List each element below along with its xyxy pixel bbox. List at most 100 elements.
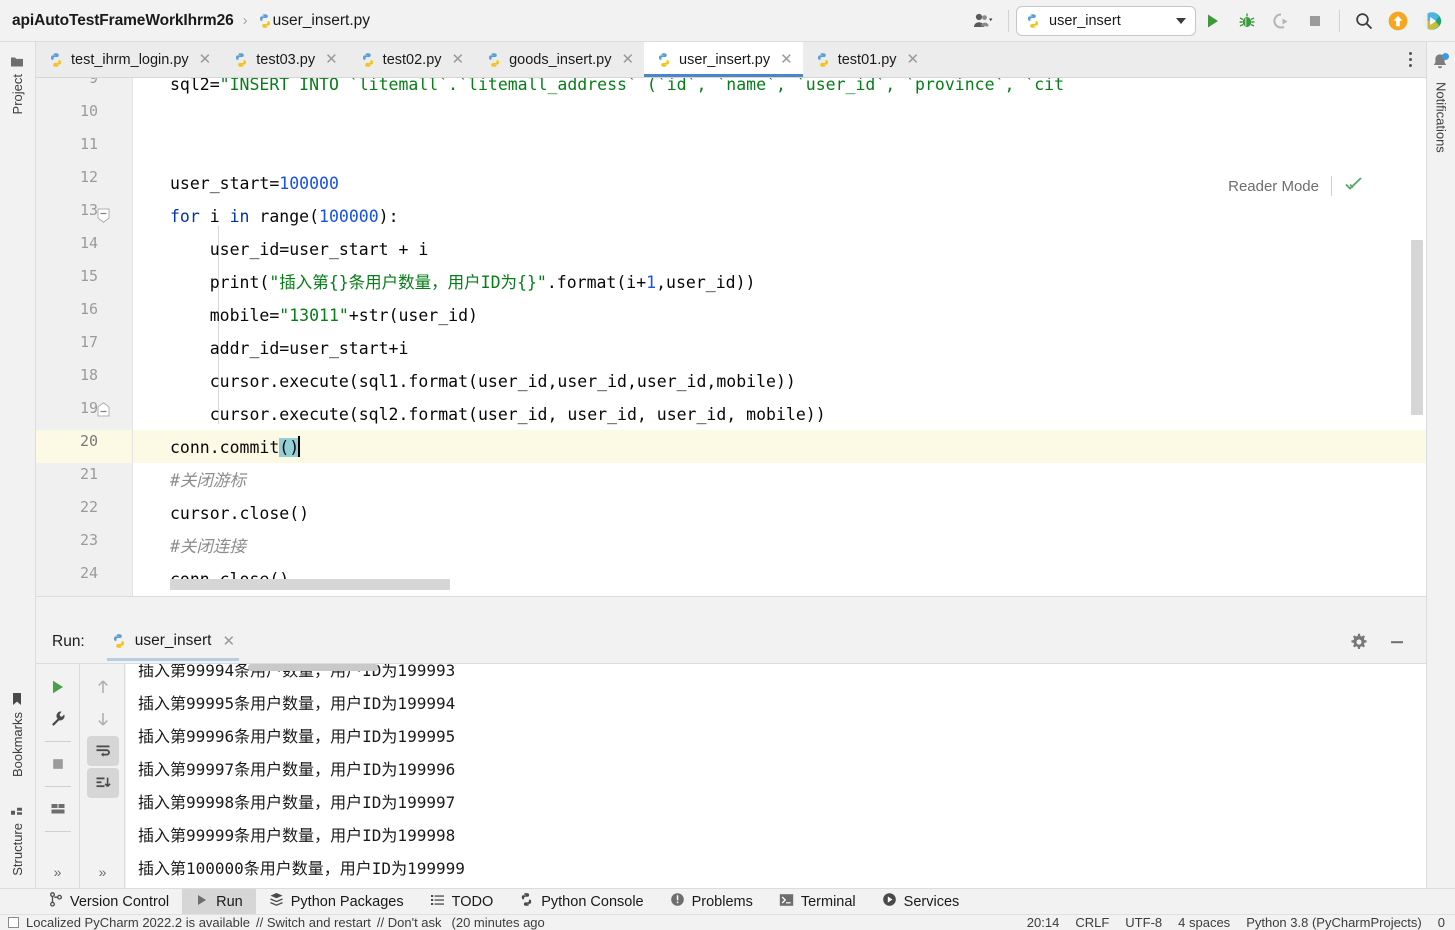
close-icon[interactable]: ✕ <box>222 634 235 649</box>
plugin-icon[interactable] <box>1415 6 1449 36</box>
bottom-tool-bar: Version Control Run Python Packages TODO… <box>0 888 1455 915</box>
line-number: 14 <box>79 234 98 252</box>
editor-vertical-scrollbar[interactable] <box>1411 240 1423 415</box>
search-icon[interactable] <box>1347 6 1381 36</box>
branch-icon <box>49 892 63 911</box>
up-arrow-icon[interactable] <box>87 672 119 702</box>
bottom-tab-version-control[interactable]: Version Control <box>36 889 182 915</box>
wrench-icon[interactable] <box>42 704 74 734</box>
project-name[interactable]: apiAutoTestFrameWorkIhrm26 <box>12 12 234 30</box>
editor-horizontal-scrollbar[interactable] <box>170 579 450 590</box>
bottom-tab-run[interactable]: Run <box>182 888 256 915</box>
minimize-icon[interactable] <box>1380 627 1414 657</box>
run-tool-window: Run: user_insert ✕ » » 插入第99994条用户数量，用户I… <box>36 620 1426 888</box>
status-checkbox[interactable] <box>8 917 19 928</box>
console-horizontal-scrollbar[interactable] <box>248 664 378 671</box>
stop-icon[interactable] <box>42 749 74 779</box>
close-icon[interactable]: ✕ <box>452 52 465 67</box>
bottom-tab-services[interactable]: Services <box>869 889 973 915</box>
soft-wrap-icon[interactable] <box>86 736 119 766</box>
line-number: 11 <box>79 135 98 153</box>
close-icon[interactable]: ✕ <box>780 52 793 67</box>
bottom-tab-todo[interactable]: TODO <box>417 889 507 915</box>
status-action-dismiss[interactable]: // Don't ask <box>377 915 442 930</box>
bottom-tab-problems[interactable]: Problems <box>657 889 766 915</box>
rerun-icon[interactable] <box>42 672 74 702</box>
main-toolbar: apiAutoTestFrameWorkIhrm26 › user_insert… <box>0 0 1455 42</box>
editor-run-splitter[interactable] <box>36 596 1426 620</box>
status-message: Localized PyCharm 2022.2 is available <box>26 915 251 930</box>
python-file-icon <box>486 52 502 68</box>
console-line: 插入第99999条用户数量，用户ID为199998 <box>138 826 456 845</box>
sidebar-item-bookmarks[interactable]: Bookmarks <box>8 686 27 783</box>
python-interpreter[interactable]: Python 3.8 (PyCharmProjects) <box>1246 915 1422 930</box>
stop-button[interactable] <box>1298 6 1332 36</box>
editor-tab-user_insert[interactable]: user_insert.py ✕ <box>644 42 803 77</box>
down-arrow-icon[interactable] <box>87 704 119 734</box>
more-options-icon[interactable] <box>1403 46 1418 73</box>
expand-more-icon-2[interactable]: » <box>99 864 107 880</box>
code-fold-collapse-icon[interactable] <box>96 208 111 223</box>
sidebar-item-notifications[interactable]: Notifications <box>1434 82 1449 153</box>
code-text[interactable]: sql2="INSERT INTO `litemall`.`litemall_a… <box>132 78 1426 596</box>
caret-position[interactable]: 20:14 <box>1027 915 1060 930</box>
editor-tab-test02[interactable]: test02.py ✕ <box>347 42 475 77</box>
close-icon[interactable]: ✕ <box>621 52 634 67</box>
run-toolbar-primary: » <box>36 664 80 888</box>
inspections-ok-icon[interactable] <box>1344 174 1364 198</box>
python-file-icon <box>360 52 376 68</box>
editor-tab-test_ihrm_login[interactable]: test_ihrm_login.py ✕ <box>36 42 222 77</box>
line-number: 17 <box>79 333 98 351</box>
users-icon[interactable] <box>967 6 1001 36</box>
editor-tab-test03[interactable]: test03.py ✕ <box>221 42 348 77</box>
debug-button[interactable] <box>1230 6 1264 36</box>
bottom-tab-python-console[interactable]: Python Console <box>506 889 656 915</box>
bottom-tab-terminal[interactable]: Terminal <box>766 889 869 915</box>
notifications-count[interactable]: 0 <box>1438 915 1445 930</box>
indent-setting[interactable]: 4 spaces <box>1178 915 1230 930</box>
layout-icon[interactable] <box>42 794 74 824</box>
left-tool-strip: Project Bookmarks Structure <box>0 42 36 888</box>
run-console-output[interactable]: 插入第99994条用户数量，用户ID为199993 插入第99995条用户数量，… <box>126 664 1426 888</box>
python-file-icon <box>257 13 273 29</box>
sidebar-item-project[interactable]: Project <box>8 48 27 120</box>
editor-tab-test01[interactable]: test01.py ✕ <box>802 42 930 77</box>
reader-mode-indicator[interactable]: Reader Mode <box>1218 172 1368 200</box>
line-separator[interactable]: CRLF <box>1075 915 1109 930</box>
status-action-switch[interactable]: // Switch and restart <box>256 915 371 930</box>
notifications-bell-icon[interactable] <box>1430 52 1452 74</box>
bottom-tab-label: Python Console <box>541 893 644 910</box>
run-tab-user_insert[interactable]: user_insert ✕ <box>106 622 240 661</box>
close-icon[interactable]: ✕ <box>325 52 338 67</box>
editor-tab-goods_insert[interactable]: goods_insert.py ✕ <box>474 42 645 77</box>
code-line-13: for i in range(100000): <box>170 207 399 226</box>
bottom-tab-python-packages[interactable]: Python Packages <box>256 889 417 915</box>
scroll-to-end-icon[interactable] <box>86 768 119 798</box>
code-fold-end-icon[interactable] <box>96 402 111 417</box>
editor-tab-strip: test_ihrm_login.py ✕ test03.py ✕ test02.… <box>36 42 1426 78</box>
code-line-21: #关闭游标 <box>170 471 246 490</box>
expand-more-icon[interactable]: » <box>54 864 62 880</box>
breadcrumb-separator-icon: › <box>242 12 248 29</box>
line-number-gutter[interactable]: 9 10 11 12 13 14 15 16 17 18 19 20 21 22… <box>36 78 132 596</box>
gear-icon[interactable] <box>1342 627 1376 657</box>
run-button[interactable] <box>1196 6 1230 36</box>
toolbar-divider-2 <box>44 786 71 787</box>
breadcrumb-file[interactable]: user_insert.py <box>273 12 370 30</box>
line-number: 21 <box>79 465 98 483</box>
editor-tab-label: user_insert.py <box>679 51 771 68</box>
code-editor[interactable]: 9 10 11 12 13 14 15 16 17 18 19 20 21 22… <box>36 78 1426 596</box>
run-configuration-label: user_insert <box>1049 12 1121 29</box>
line-number: 23 <box>79 531 98 549</box>
file-encoding[interactable]: UTF-8 <box>1125 915 1162 930</box>
run-configuration-selector[interactable]: user_insert <box>1016 5 1196 36</box>
text-caret <box>298 436 301 457</box>
close-icon[interactable]: ✕ <box>907 52 920 67</box>
update-project-icon[interactable] <box>1381 6 1415 36</box>
close-icon[interactable]: ✕ <box>199 52 212 67</box>
line-number-current: 20 <box>79 432 98 450</box>
run-with-coverage-button[interactable] <box>1264 6 1298 36</box>
breadcrumb: apiAutoTestFrameWorkIhrm26 › user_insert… <box>0 12 967 30</box>
sidebar-item-structure[interactable]: Structure <box>8 797 27 882</box>
toolbar-actions: user_insert <box>967 5 1455 36</box>
